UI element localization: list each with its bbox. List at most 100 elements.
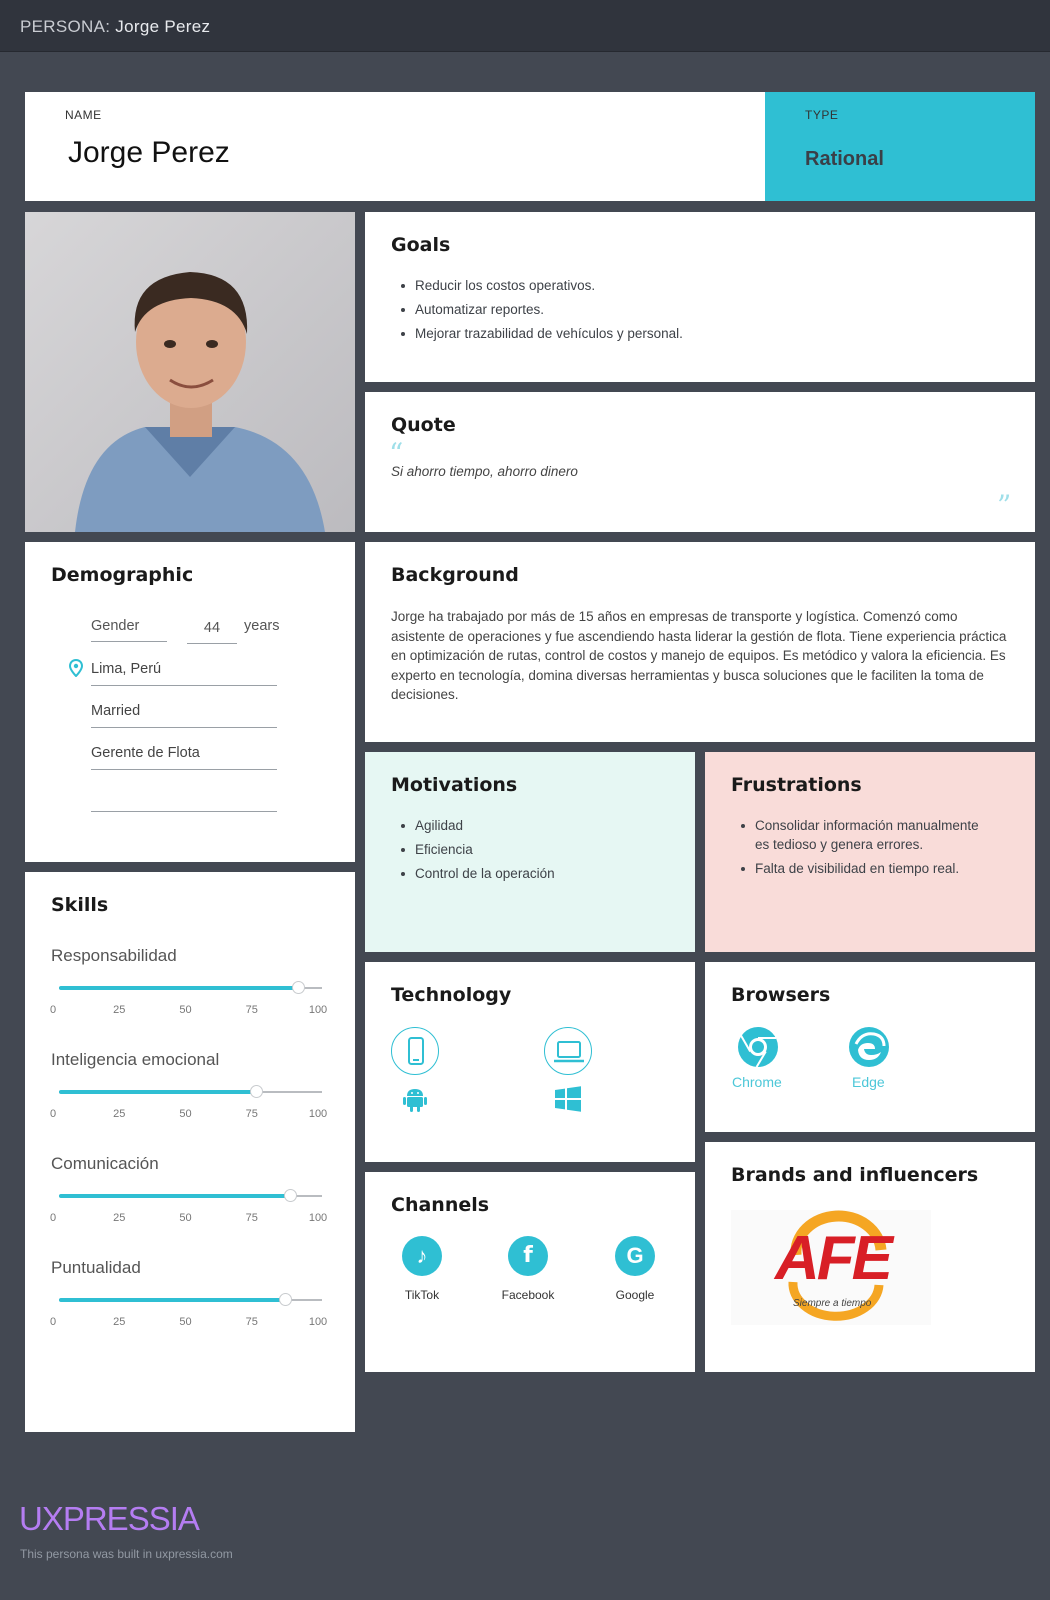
browser-label-chrome: Chrome (732, 1074, 782, 1090)
skill-slider-fill (59, 1090, 257, 1094)
edge-icon[interactable] (848, 1026, 890, 1068)
skill-scale-tick: 75 (245, 1212, 258, 1224)
quote-title: Quote (391, 414, 456, 436)
list-item[interactable]: Eficiencia (391, 840, 555, 859)
skill-name-inteligencia-emocional: Inteligencia emocional (51, 1050, 220, 1069)
persona-photo (25, 212, 355, 532)
skill-scale-tick: 0 (49, 1108, 57, 1120)
channel-label-facebook: Facebook (501, 1288, 555, 1302)
facebook-icon[interactable]: f (508, 1236, 548, 1276)
logo-tagline: Siempre a tiempo (793, 1298, 872, 1309)
skill-scale-tick: 100 (308, 1004, 328, 1016)
skill-slider-fill (59, 1298, 286, 1302)
skill-slider-knob[interactable] (250, 1085, 264, 1098)
age-unit: years (244, 618, 280, 634)
list-item[interactable]: Consolidar información manualmente es te… (731, 816, 991, 854)
afe-logo[interactable]: AFE Siempre a tiempo (731, 1210, 931, 1325)
motivations-card: Motivations Agilidad Eficiencia Control … (365, 752, 695, 952)
top-bar: PERSONA: Jorge Perez (0, 0, 1050, 52)
job-title-field[interactable]: Gerente de Flota (91, 742, 277, 770)
skill-scale-tick: 25 (113, 1316, 126, 1328)
name-label: NAME (65, 108, 102, 122)
chrome-icon[interactable] (737, 1026, 779, 1068)
demographic-card: Demographic Gender 44 years Lima, Perú M… (25, 542, 355, 862)
skill-scale-tick: 75 (245, 1316, 258, 1328)
browsers-card: Browsers Chrome Edge (705, 962, 1035, 1132)
skill-scale-tick: 50 (179, 1108, 192, 1120)
list-item[interactable]: Agilidad (391, 816, 555, 835)
age-field[interactable]: 44 (187, 616, 237, 644)
persona-title-prefix: PERSONA: (20, 17, 111, 36)
skill-scale-tick: 0 (49, 1316, 57, 1328)
skill-scale-tick: 25 (113, 1004, 126, 1016)
uxpressia-logo[interactable]: UXPRESSIA (19, 1500, 200, 1538)
skill-scale-tick: 75 (245, 1108, 258, 1120)
skill-slider-fill (59, 1194, 291, 1198)
skill-slider-inteligencia-emocional[interactable] (59, 1085, 322, 1098)
gender-field[interactable]: Gender (91, 614, 167, 642)
skill-name-puntualidad: Puntualidad (51, 1258, 141, 1277)
android-icon (403, 1089, 427, 1112)
background-text[interactable]: Jorge ha trabajado por más de 15 años en… (391, 607, 1011, 705)
type-card: TYPE Rational (765, 92, 1035, 201)
background-card: Background Jorge ha trabajado por más de… (365, 542, 1035, 742)
skill-scale-tick: 100 (308, 1316, 328, 1328)
list-item[interactable]: Falta de visibilidad en tiempo real. (731, 859, 991, 878)
skill-scale-tick: 50 (179, 1004, 192, 1016)
persona-name[interactable]: Jorge Perez (68, 136, 230, 170)
channel-label-google: Google (615, 1288, 655, 1302)
technology-title: Technology (391, 984, 512, 1006)
mobile-icon[interactable] (391, 1027, 439, 1075)
goals-list: Reducir los costos operativos. Automatiz… (391, 276, 683, 348)
list-item[interactable]: Control de la operación (391, 864, 555, 883)
list-item[interactable]: Automatizar reportes. (391, 300, 683, 319)
skill-scale-tick: 50 (179, 1316, 192, 1328)
google-icon[interactable]: G (615, 1236, 655, 1276)
marital-status-field[interactable]: Married (91, 700, 277, 728)
skill-name-responsabilidad: Responsabilidad (51, 946, 177, 965)
goals-title: Goals (391, 234, 451, 256)
brands-card: Brands and influencers AFE Siempre a tie… (705, 1142, 1035, 1372)
skill-scale-tick: 0 (49, 1004, 57, 1016)
browsers-title: Browsers (731, 984, 831, 1006)
persona-title: PERSONA: Jorge Perez (20, 17, 210, 37)
quote-text[interactable]: Si ahorro tiempo, ahorro dinero (391, 464, 578, 479)
tiktok-icon[interactable]: ♪ (402, 1236, 442, 1276)
skill-scale-tick: 100 (308, 1108, 328, 1120)
close-quote-icon: ” (997, 489, 1012, 522)
skill-scale-tick: 0 (49, 1212, 57, 1224)
technology-card: Technology (365, 962, 695, 1162)
avatar (75, 272, 325, 532)
demographic-title: Demographic (51, 564, 194, 586)
skill-scale-tick: 25 (113, 1212, 126, 1224)
channel-label-tiktok: TikTok (404, 1288, 440, 1302)
skill-slider-knob[interactable] (292, 981, 306, 994)
extra-field[interactable] (91, 784, 277, 812)
laptop-icon[interactable] (544, 1027, 592, 1075)
quote-card: Quote “ Si ahorro tiempo, ahorro dinero … (365, 392, 1035, 532)
footer-note: This persona was built in uxpressia.com (20, 1547, 233, 1561)
skill-slider-knob[interactable] (284, 1189, 298, 1202)
list-item[interactable]: Mejorar trazabilidad de vehículos y pers… (391, 324, 683, 343)
skill-scale-tick: 100 (308, 1212, 328, 1224)
location-pin-icon (69, 659, 83, 677)
background-title: Background (391, 564, 519, 586)
windows-icon (555, 1086, 581, 1112)
skill-slider-knob[interactable] (279, 1293, 293, 1306)
skills-card: Skills Responsabilidad 0 25 50 75 100 Intelige… (25, 872, 355, 1432)
persona-type[interactable]: Rational (805, 148, 884, 171)
list-item[interactable]: Reducir los costos operativos. (391, 276, 683, 295)
skills-title: Skills (51, 894, 109, 916)
skill-slider-fill (59, 986, 299, 990)
skill-name-comunicaci-n: Comunicación (51, 1154, 159, 1173)
skill-slider-responsabilidad[interactable] (59, 981, 322, 994)
skill-slider-comunicaci-n[interactable] (59, 1189, 322, 1202)
channels-card: Channels ♪ TikTok f Facebook G Google (365, 1172, 695, 1372)
skill-slider-puntualidad[interactable] (59, 1293, 322, 1306)
motivations-list: Agilidad Eficiencia Control de la operac… (391, 816, 555, 888)
brands-title: Brands and influencers (731, 1164, 979, 1186)
frustrations-list: Consolidar información manualmente es te… (731, 816, 991, 883)
motivations-title: Motivations (391, 774, 518, 796)
persona-title-name: Jorge Perez (115, 17, 211, 36)
location-field[interactable]: Lima, Perú (91, 658, 277, 686)
